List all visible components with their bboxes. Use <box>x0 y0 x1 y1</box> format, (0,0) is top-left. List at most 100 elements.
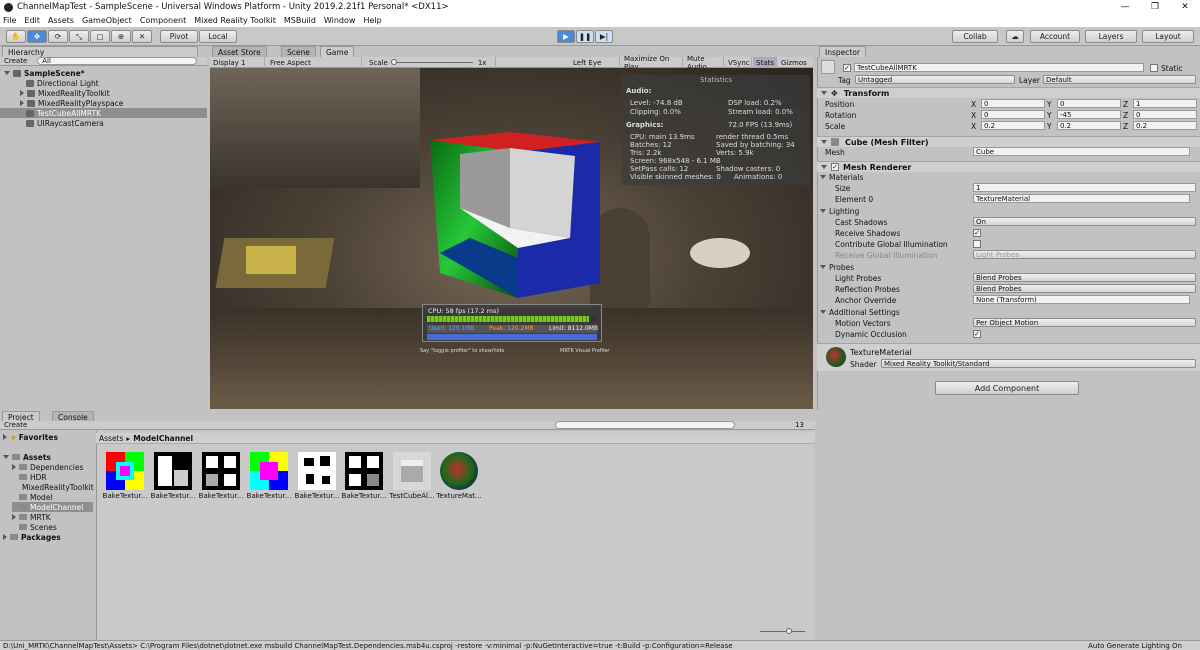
tag-dropdown[interactable]: Untagged <box>855 75 1015 84</box>
menu-gameobject[interactable]: GameObject <box>82 16 132 25</box>
expand-icon[interactable] <box>820 209 826 213</box>
transform-pos-y-field[interactable]: 0 <box>1057 99 1121 108</box>
size-field[interactable]: 1 <box>973 183 1196 192</box>
expand-icon[interactable] <box>20 100 24 106</box>
transform-scl-x-field[interactable]: 0.2 <box>981 121 1045 130</box>
tab-inspector[interactable]: Inspector <box>819 46 866 57</box>
receive-shadows-checkbox[interactable]: ✓ <box>973 229 981 237</box>
tab-asset-store[interactable]: Asset Store <box>212 46 267 57</box>
dynamic-occlusion-checkbox[interactable]: ✓ <box>973 330 981 338</box>
maximize-on-play-toggle[interactable]: Maximize On Play <box>621 55 683 71</box>
texture-thumbnail[interactable] <box>106 452 144 490</box>
layer-dropdown[interactable]: Default <box>1043 75 1196 84</box>
hand-tool-icon[interactable]: ✋ <box>6 30 26 43</box>
list-item[interactable]: Directional Light <box>0 78 207 88</box>
material-thumbnail[interactable] <box>440 452 478 490</box>
texture-thumbnail[interactable] <box>345 452 383 490</box>
pivot-toggle[interactable]: Pivot <box>160 30 198 43</box>
axis-z-label[interactable]: Z <box>1123 99 1128 109</box>
expand-icon[interactable] <box>20 90 24 96</box>
custom-tool-icon[interactable]: ✕ <box>132 30 152 43</box>
transform-scl-z-field[interactable]: 0.2 <box>1133 121 1197 130</box>
axis-z-label[interactable]: Z <box>1123 121 1128 131</box>
scale-slider[interactable]: Scale 1x <box>366 57 496 68</box>
folder-item[interactable]: Assets <box>3 452 93 462</box>
cast-shadows-dropdown[interactable]: On <box>973 217 1196 226</box>
expand-icon[interactable] <box>820 265 826 269</box>
axis-y-label[interactable]: Y <box>1047 110 1052 120</box>
motion-vectors-dropdown[interactable]: Per Object Motion <box>973 318 1196 327</box>
step-button[interactable]: ▶| <box>595 30 613 43</box>
object-name-field[interactable]: TestCubeAllMRTK <box>854 63 1144 72</box>
hierarchy-create-button[interactable]: Create <box>4 57 27 65</box>
gizmos-dropdown[interactable]: Gizmos <box>778 57 812 68</box>
active-checkbox[interactable]: ✓ <box>843 64 851 72</box>
slider-thumb[interactable] <box>390 59 397 65</box>
pause-button[interactable]: ❚❚ <box>576 30 594 43</box>
texture-thumbnail[interactable] <box>250 452 288 490</box>
mesh-renderer-header[interactable]: ✓ Mesh Renderer <box>817 161 1200 172</box>
stats-toggle[interactable]: Stats <box>753 57 777 68</box>
prefab-thumbnail[interactable] <box>393 452 431 490</box>
expand-icon[interactable] <box>3 434 7 440</box>
close-icon[interactable]: ✕ <box>1170 0 1200 14</box>
expand-icon[interactable] <box>821 140 827 144</box>
folder-item[interactable]: Model <box>12 492 93 502</box>
axis-y-label[interactable]: Y <box>1047 99 1052 109</box>
minimize-icon[interactable]: — <box>1110 0 1140 14</box>
folder-item[interactable]: MRTK <box>12 512 93 522</box>
menu-file[interactable]: File <box>3 16 16 25</box>
menu-mrtk[interactable]: Mixed Reality Toolkit <box>194 16 276 25</box>
axis-x-label[interactable]: X <box>971 99 976 109</box>
element0-field[interactable]: TextureMaterial <box>973 194 1190 203</box>
folder-item[interactable]: ModelChannel <box>12 502 93 512</box>
list-item-selected[interactable]: TestCubeAllMRTK <box>0 108 207 118</box>
expand-icon[interactable] <box>4 71 10 75</box>
transform-pos-x-field[interactable]: 0 <box>981 99 1045 108</box>
list-item[interactable]: UIRaycastCamera <box>0 118 207 128</box>
display-dropdown[interactable]: Display 1 <box>210 57 265 68</box>
additional-settings-foldout[interactable]: Additional Settings <box>820 307 900 317</box>
tab-hierarchy[interactable]: Hierarchy <box>2 46 198 57</box>
favorites-item[interactable]: ★ Favorites <box>3 432 93 442</box>
folder-item[interactable]: Scenes <box>12 522 93 532</box>
contribute-gi-checkbox[interactable] <box>973 240 981 248</box>
folder-item[interactable]: MixedRealityToolkit <box>12 482 94 492</box>
vsync-toggle[interactable]: VSync <box>725 57 752 68</box>
mesh-renderer-enabled-checkbox[interactable]: ✓ <box>831 163 839 171</box>
axis-z-label[interactable]: Z <box>1123 110 1128 120</box>
list-item[interactable]: MixedRealityPlayspace <box>0 98 207 108</box>
menu-help[interactable]: Help <box>363 16 381 25</box>
collab-button[interactable]: Collab <box>952 30 998 43</box>
transform-tool-icon[interactable]: ⊕ <box>111 30 131 43</box>
anchor-override-field[interactable]: None (Transform) <box>973 295 1190 304</box>
menu-edit[interactable]: Edit <box>24 16 40 25</box>
breadcrumb-root[interactable]: Assets <box>99 434 123 443</box>
list-item[interactable]: SampleScene* <box>0 68 207 78</box>
expand-icon[interactable] <box>821 165 827 169</box>
scale-tool-icon[interactable]: ⤡ <box>69 30 89 43</box>
menu-component[interactable]: Component <box>140 16 186 25</box>
transform-rot-y-field[interactable]: -45 <box>1057 110 1121 119</box>
mesh-field[interactable]: Cube <box>973 147 1190 156</box>
mute-audio-toggle[interactable]: Mute Audio <box>684 55 724 71</box>
tab-scene[interactable]: Scene <box>281 46 316 57</box>
thumbnail-size-slider[interactable] <box>760 631 805 632</box>
axis-y-label[interactable]: Y <box>1047 121 1052 131</box>
menu-msbuild[interactable]: MSBuild <box>284 16 316 25</box>
cloud-icon[interactable]: ☁ <box>1006 30 1024 43</box>
rotate-tool-icon[interactable]: ⟳ <box>48 30 68 43</box>
lighting-foldout[interactable]: Lighting <box>820 206 859 216</box>
expand-icon[interactable] <box>12 464 16 470</box>
breadcrumb-leaf[interactable]: ModelChannel <box>133 434 193 443</box>
expand-icon[interactable] <box>12 514 16 520</box>
project-create-button[interactable]: Create <box>4 421 27 429</box>
layout-dropdown[interactable]: Layout <box>1142 30 1194 43</box>
maximize-icon[interactable]: ❐ <box>1140 0 1170 14</box>
materials-foldout[interactable]: Materials <box>820 172 863 182</box>
shader-dropdown[interactable]: Mixed Reality Toolkit/Standard <box>881 359 1196 368</box>
texture-thumbnail[interactable] <box>202 452 240 490</box>
expand-icon[interactable] <box>821 91 827 95</box>
transform-rot-z-field[interactable]: 0 <box>1133 110 1197 119</box>
folder-item[interactable]: HDR <box>12 472 93 482</box>
